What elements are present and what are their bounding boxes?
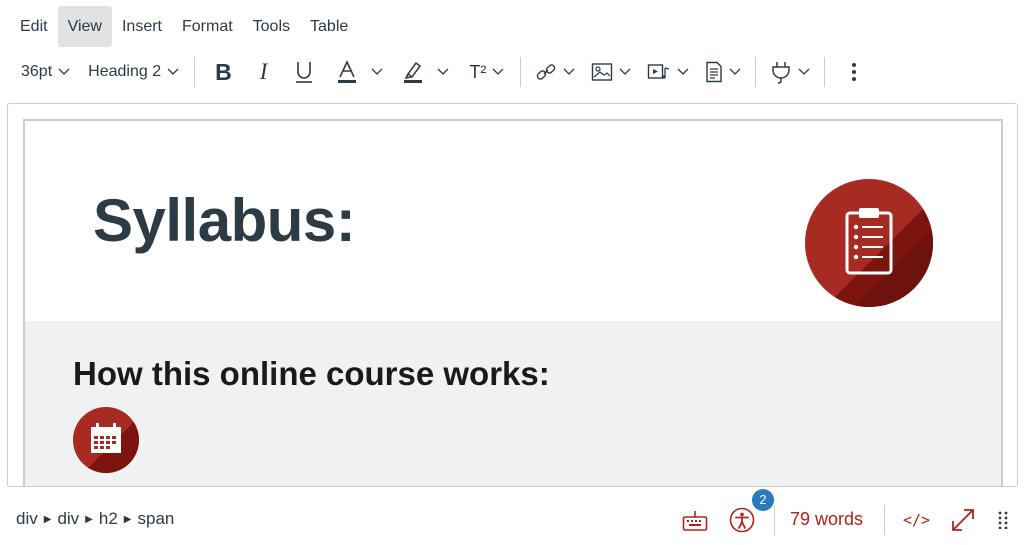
chevron-down-icon [563,68,575,76]
menu-insert[interactable]: Insert [112,6,172,47]
highlight-icon [403,60,423,84]
path-arrow-icon: ▶ [123,513,132,525]
accessibility-icon [729,507,755,537]
menu-table[interactable]: Table [300,6,358,47]
fullscreen-icon [950,509,976,537]
toolbar-divider [194,57,196,87]
editor-area[interactable]: Syllabus: How this online course works: [7,103,1018,487]
accessibility-issue-badge: 2 [752,489,774,511]
menu-format[interactable]: Format [172,6,243,47]
resize-handle[interactable] [998,511,1008,534]
toolbar-divider [755,57,757,87]
path-item[interactable]: div [16,509,38,529]
menu-tools[interactable]: Tools [243,6,300,47]
path-arrow-icon: ▶ [85,513,93,525]
menu-edit[interactable]: Edit [10,6,58,47]
document-button[interactable] [697,50,749,94]
superscript-button[interactable]: T² [459,50,514,94]
text-color-button[interactable] [327,50,393,94]
media-icon [647,62,671,82]
image-button[interactable] [583,50,639,94]
plugin-button[interactable] [762,50,818,94]
toolbar-divider [824,57,826,87]
calendar-icon [73,407,139,473]
html-editor-toggle[interactable]: </> [903,511,930,529]
word-count[interactable]: 79 words [790,509,863,530]
more-button[interactable] [831,50,877,94]
chevron-down-icon [371,68,383,76]
toolbar-divider [520,57,522,87]
chevron-down-icon [437,68,449,76]
media-button[interactable] [639,50,697,94]
fullscreen-button[interactable] [950,507,976,538]
text-color-icon [337,60,357,84]
chevron-down-icon [58,68,70,76]
syllabus-banner: Syllabus: [25,121,1001,321]
block-format-dropdown[interactable]: Heading 2 [79,50,188,94]
chevron-down-icon [798,68,810,76]
highlight-color-button[interactable] [393,50,459,94]
status-bar: div ▶ div ▶ h2 ▶ span 2 79 words </> [0,489,1024,545]
page-title[interactable]: Syllabus: [93,186,356,255]
path-item[interactable]: h2 [99,509,118,529]
clipboard-icon [805,179,933,307]
italic-button[interactable]: I [246,50,282,94]
content-container: Syllabus: How this online course works: [23,119,1003,486]
menu-view[interactable]: View [57,6,112,47]
chevron-down-icon [619,68,631,76]
drag-handle-icon [998,511,1008,533]
path-item[interactable]: span [138,509,175,529]
bold-icon: B [215,58,232,85]
bold-button[interactable]: B [201,50,246,94]
chevron-down-icon [677,68,689,76]
path-arrow-icon: ▶ [43,513,52,525]
link-button[interactable] [527,50,583,94]
keyboard-shortcuts-button[interactable] [682,510,708,537]
link-icon [535,61,557,83]
chevron-down-icon [492,68,504,76]
font-size-value: 36pt [21,63,53,80]
italic-icon: I [259,59,268,84]
underline-icon [295,60,313,84]
block-format-value: Heading 2 [88,63,162,80]
chevron-down-icon [167,68,179,76]
chevron-down-icon [729,68,741,76]
more-icon [851,61,857,83]
accessibility-checker-button[interactable] [729,507,755,538]
section-heading[interactable]: How this online course works: [73,355,550,393]
plugin-icon [770,60,792,84]
font-size-dropdown[interactable]: 36pt [12,50,79,94]
superscript-icon: T² [469,61,487,82]
menubar: Edit View Insert Format Tools Table [10,6,358,47]
keyboard-icon [682,511,708,536]
image-icon [591,62,613,82]
toolbar: 36pt Heading 2 B I T² [12,50,877,94]
status-divider [774,505,775,535]
status-divider [884,505,885,535]
course-info-section: How this online course works: [25,321,1001,486]
path-item[interactable]: div [57,509,79,529]
element-path: div ▶ div ▶ h2 ▶ span [16,509,174,529]
document-icon [705,61,723,83]
underline-button[interactable] [281,50,327,94]
